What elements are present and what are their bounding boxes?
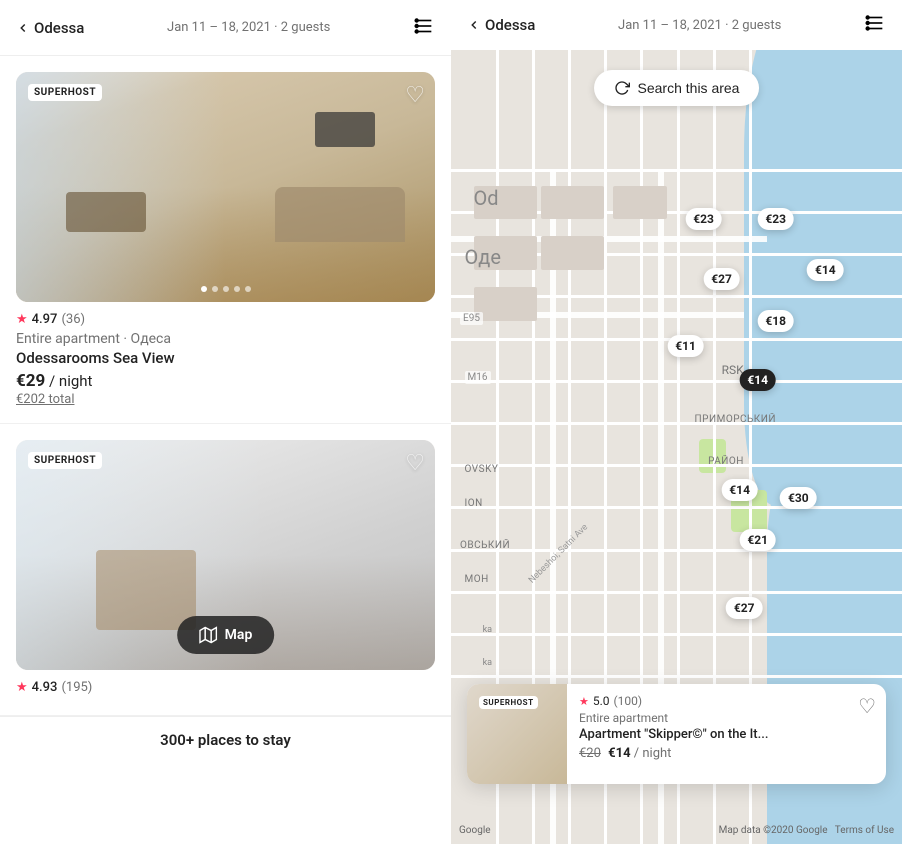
- map-popup-name: Apartment "Skipper©" on the It...: [579, 727, 874, 742]
- price-pin-14-active[interactable]: €14: [739, 369, 776, 391]
- price-amount-1: €29: [16, 371, 45, 391]
- listing-info-1: ★ 4.97 (36) Entire apartment · Одеса Ode…: [16, 302, 435, 407]
- map-popup-price: €20 €14 / night: [579, 746, 874, 761]
- listing-image-1[interactable]: SUPERHOST ♡: [16, 72, 435, 302]
- wishlist-button-1[interactable]: ♡: [405, 82, 425, 108]
- google-label: Google: [459, 825, 491, 836]
- map-city-label-od: Od: [474, 186, 499, 210]
- map-popup-price-label: / night: [634, 746, 672, 761]
- rating-row-1: ★ 4.97 (36): [16, 312, 435, 327]
- left-panel: Odessa Jan 11 – 18, 2021 · 2 guests: [0, 0, 451, 844]
- back-arrow-icon: [16, 21, 30, 35]
- map-popup-image[interactable]: SUPERHOST: [467, 684, 567, 784]
- map-label-e95: E95: [460, 312, 483, 325]
- price-pin-23a[interactable]: €23: [685, 208, 722, 230]
- app-container: Odessa Jan 11 – 18, 2021 · 2 guests: [0, 0, 902, 844]
- map-label-ka2: ka: [483, 658, 492, 668]
- carousel-dots-1: [201, 286, 251, 292]
- map-back-arrow-icon: [467, 18, 481, 32]
- bottom-bar: 300+ places to stay: [0, 716, 451, 763]
- map-city-label-ode: Оде: [465, 245, 501, 269]
- listing-total-1: €202 total: [16, 392, 435, 407]
- map-popup-discounted-price: €14: [608, 746, 630, 761]
- price-pin-14a[interactable]: €14: [807, 259, 844, 281]
- filter-button[interactable]: [413, 15, 435, 41]
- map-header-meta: Jan 11 – 18, 2021 · 2 guests: [535, 18, 864, 33]
- star-icon-1: ★: [16, 312, 28, 327]
- superhost-badge-2: SUPERHOST: [28, 452, 102, 469]
- price-pin-23b[interactable]: €23: [757, 208, 794, 230]
- price-pin-14b[interactable]: €14: [721, 479, 758, 501]
- listing-name-1: Odessarooms Sea View: [16, 349, 435, 367]
- listing-price-1: €29 / night: [16, 371, 435, 391]
- listing-type-1: Entire apartment · Одеса: [16, 331, 435, 347]
- listing-card-2: SUPERHOST ♡ Map ★ 4.93 (195): [0, 424, 451, 716]
- price-pin-18[interactable]: €18: [757, 310, 794, 332]
- map-filter-icon: [864, 12, 886, 34]
- map-filter-button[interactable]: [864, 12, 886, 38]
- map-popup-wishlist-button[interactable]: ♡: [858, 694, 876, 719]
- map-overlay-icon: [199, 626, 217, 644]
- right-panel: Od Оде RSK ПРИМОРСЬКИЙ РАЙОН OVSKY ION О…: [451, 0, 902, 844]
- star-icon-2: ★: [16, 680, 28, 695]
- wishlist-button-2[interactable]: ♡: [405, 450, 425, 476]
- map-back-button[interactable]: Odessa: [467, 16, 535, 34]
- left-header: Odessa Jan 11 – 18, 2021 · 2 guests: [0, 0, 451, 56]
- rating-row-2: ★ 4.93 (195): [16, 680, 435, 695]
- price-pin-27a[interactable]: €27: [703, 268, 740, 290]
- map-label-mon: МОН: [465, 574, 489, 585]
- listing-card-1: SUPERHOST ♡ ★ 4.97 (36) Entire apartment…: [0, 56, 451, 424]
- map-popup-info: ★ 5.0 (100) Entire apartment Apartment "…: [567, 684, 886, 784]
- dot-5: [245, 286, 251, 292]
- map-label-m16: M16: [465, 371, 491, 384]
- back-button[interactable]: Odessa: [16, 19, 84, 37]
- rating-count-1: (36): [61, 312, 85, 327]
- header-meta: Jan 11 – 18, 2021 · 2 guests: [84, 20, 413, 35]
- map-label-ion: ION: [465, 498, 483, 509]
- superhost-badge-1: SUPERHOST: [28, 84, 102, 101]
- map-popup-superhost: SUPERHOST: [479, 696, 538, 709]
- map-label-ovsky: OVSKY: [465, 464, 499, 475]
- price-pin-11[interactable]: €11: [667, 335, 704, 357]
- rating-value-1: 4.97: [32, 312, 58, 327]
- map-label-ovskiy: ОВСЬКИЙ: [460, 540, 510, 551]
- dot-1: [201, 286, 207, 292]
- filter-icon: [413, 15, 435, 37]
- rating-value-2: 4.93: [32, 680, 58, 695]
- map-label-primorskiy: ПРИМОРСЬКИЙ: [695, 414, 776, 425]
- map-popup-type: Entire apartment: [579, 711, 874, 725]
- map-popup-original-price: €20: [579, 746, 601, 761]
- rating-count-2: (195): [61, 680, 92, 695]
- back-label: Odessa: [34, 19, 84, 37]
- map-popup-rating: ★ 5.0 (100): [579, 694, 874, 708]
- dot-2: [212, 286, 218, 292]
- dot-3: [223, 286, 229, 292]
- map-header: Odessa Jan 11 – 18, 2021 · 2 guests: [451, 0, 902, 50]
- map-data-label: Map data ©2020 Google Terms of Use: [719, 825, 894, 836]
- search-area-button[interactable]: Search this area: [594, 70, 760, 106]
- map-overlay-button[interactable]: Map: [177, 616, 275, 654]
- map-label-rayon: РАЙОН: [708, 456, 744, 467]
- search-area-label: Search this area: [638, 80, 740, 96]
- price-pin-30[interactable]: €30: [780, 487, 817, 509]
- listing-image-2[interactable]: SUPERHOST ♡ Map: [16, 440, 435, 670]
- reload-icon: [614, 80, 630, 96]
- price-pin-27b[interactable]: €27: [726, 597, 763, 619]
- price-pin-21[interactable]: €21: [739, 529, 776, 551]
- map-label-ave: Nebeshoi, Satni Ave: [527, 522, 590, 585]
- map-overlay-label: Map: [225, 627, 253, 643]
- price-label-1: / night: [49, 372, 92, 390]
- map-sea-2: [767, 464, 902, 844]
- map-popup-star-icon: ★: [579, 695, 589, 708]
- map-popup-rating-value: 5.0: [593, 694, 610, 708]
- map-popup-card: SUPERHOST ★ 5.0 (100) Entire apartment A…: [467, 684, 886, 784]
- dot-4: [234, 286, 240, 292]
- map-back-label: Odessa: [485, 16, 535, 34]
- map-label-ka: ka: [483, 625, 492, 635]
- listing-info-2: ★ 4.93 (195): [16, 670, 435, 695]
- map-popup-review-count: (100): [614, 694, 643, 708]
- map-attribution: Google Map data ©2020 Google Terms of Us…: [451, 825, 902, 836]
